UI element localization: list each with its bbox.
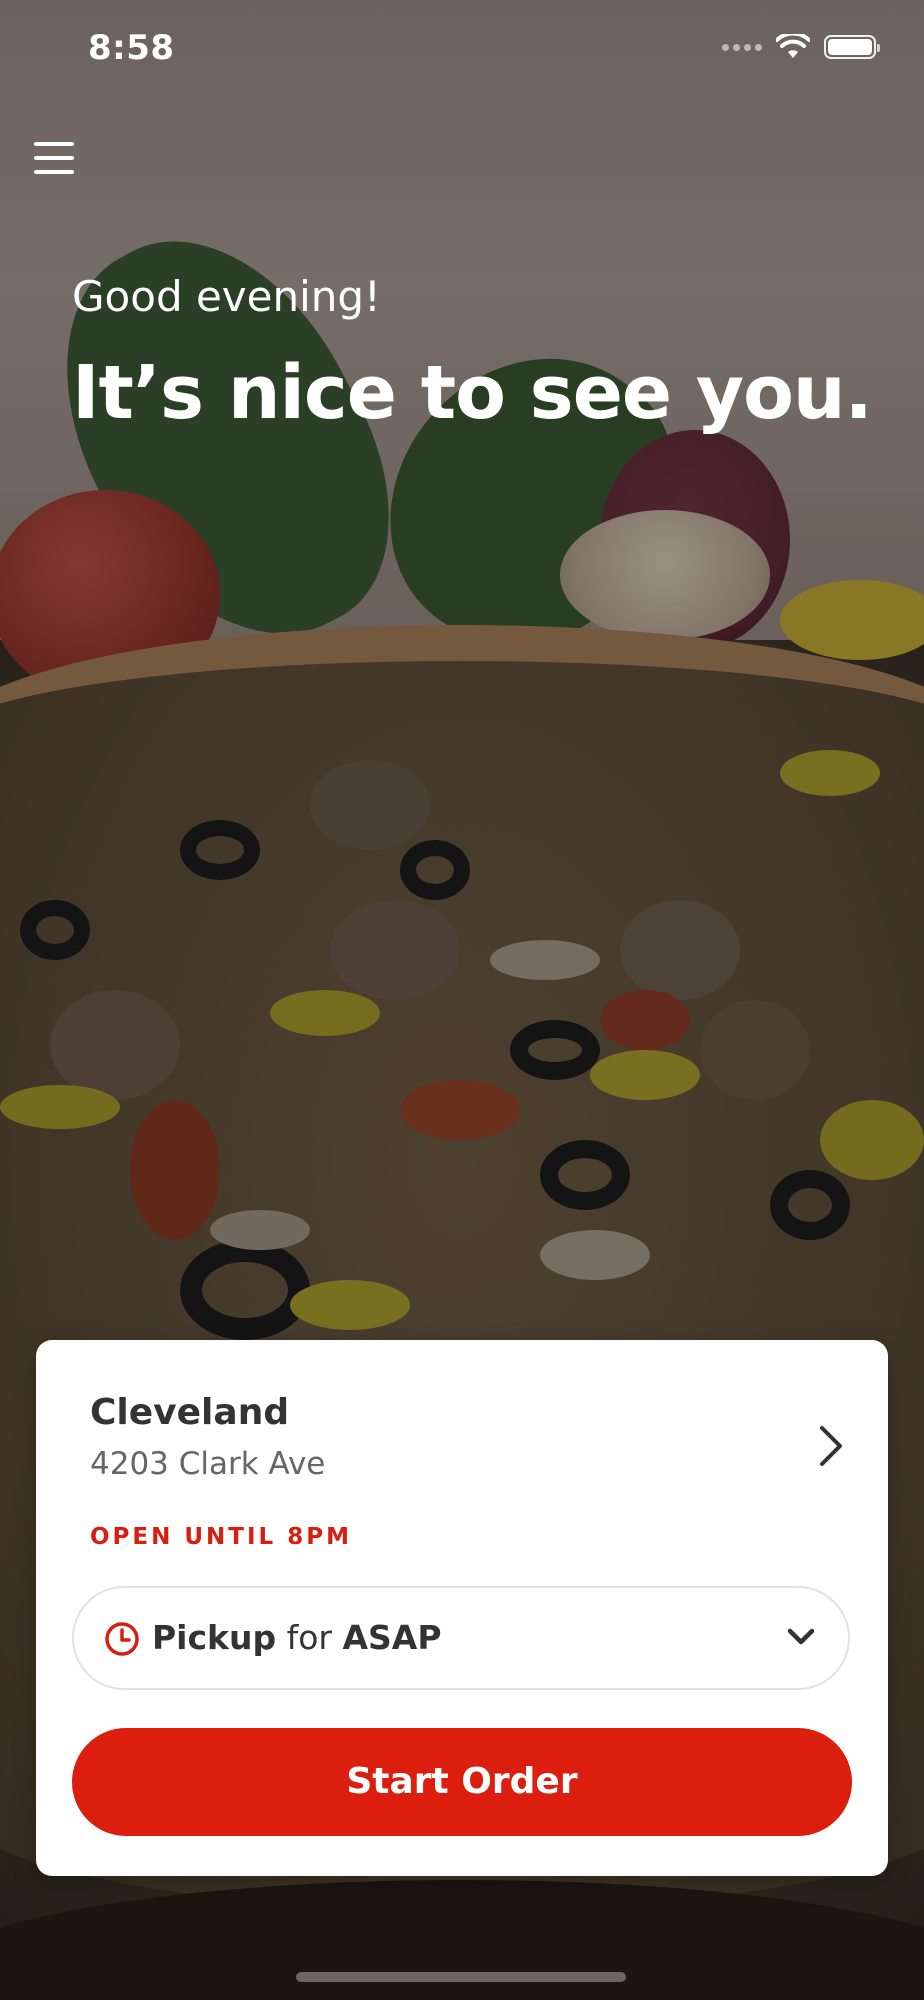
clock-icon [105,1622,139,1656]
status-time: 8:58 [88,28,175,68]
wifi-icon [776,34,810,58]
store-selector[interactable]: Cleveland 4203 Clark Ave [90,1392,850,1502]
chevron-right-icon [820,1426,842,1466]
store-address: 4203 Clark Ave [90,1446,326,1482]
store-name: Cleveland [90,1392,290,1433]
status-icons [722,34,880,60]
order-mode-label: Pickup for ASAP [152,1618,442,1657]
chevron-down-icon [787,1628,815,1645]
order-mode-connector: for [286,1618,332,1657]
order-time: ASAP [342,1618,442,1657]
status-bar: 8:58 [0,0,924,100]
menu-button[interactable] [34,140,74,176]
welcome-headline: It’s nice to see you. [72,350,873,436]
battery-icon [824,35,880,59]
order-mode-dropdown[interactable]: Pickup for ASAP [72,1586,850,1690]
hamburger-menu-icon [34,142,74,146]
greeting-text: Good evening! [72,272,381,321]
order-method: Pickup [152,1618,277,1657]
home-indicator[interactable] [296,1972,626,1982]
open-status-badge: OPEN UNTIL 8PM [90,1524,352,1550]
start-order-button[interactable]: Start Order [72,1728,852,1836]
store-card: Cleveland 4203 Clark Ave OPEN UNTIL 8PM … [36,1340,888,1876]
cellular-signal-icon [722,43,762,51]
